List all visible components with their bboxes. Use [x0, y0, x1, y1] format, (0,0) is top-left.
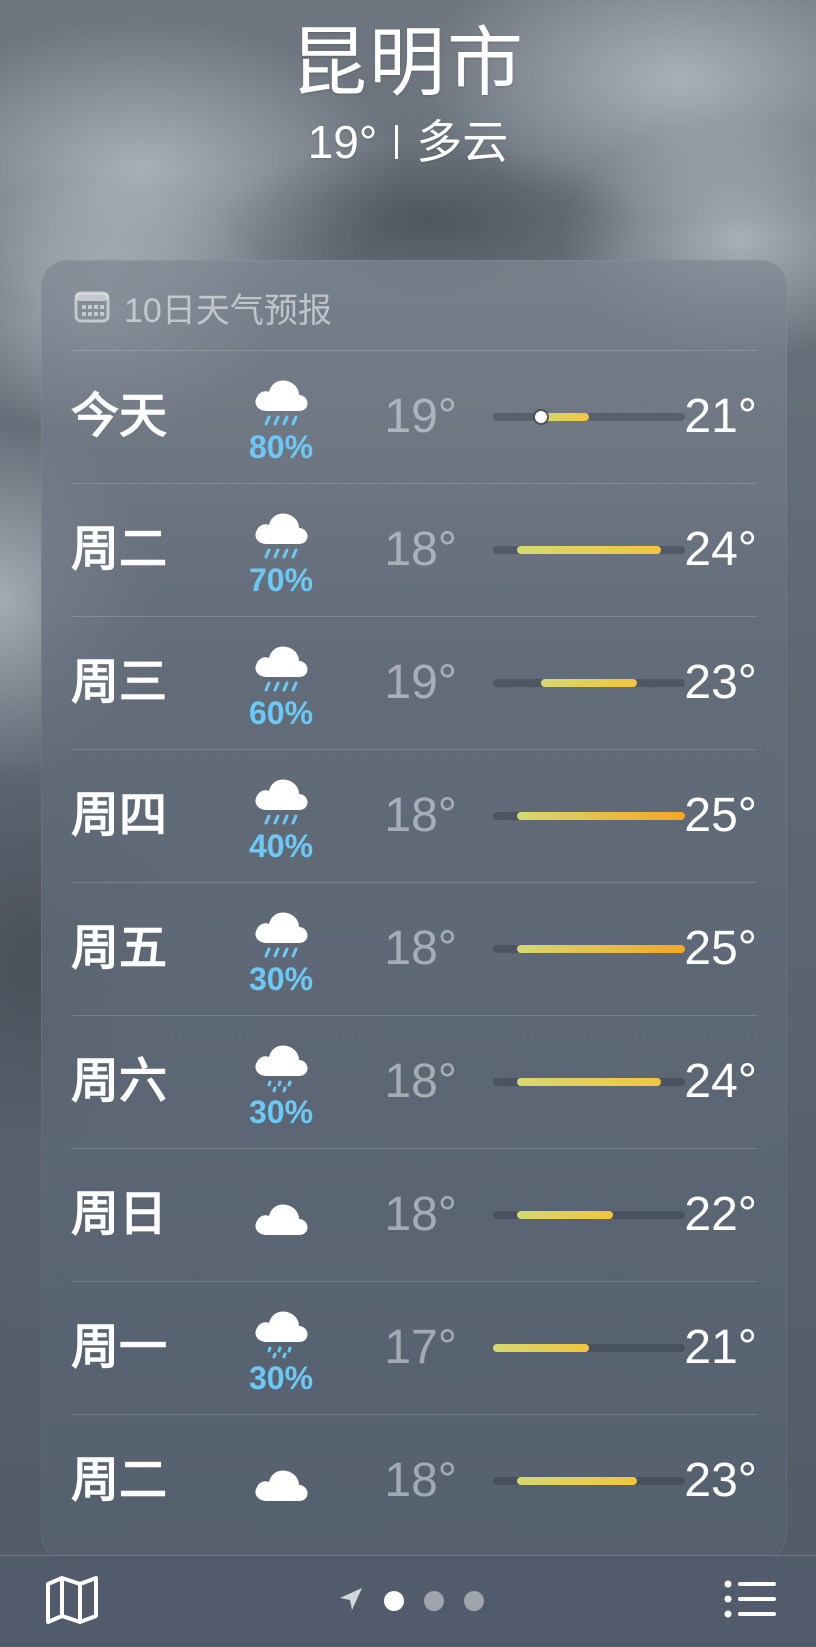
- calendar-icon: [74, 289, 110, 325]
- ten-day-forecast-card[interactable]: 10日天气预报 今天 80% 19° 21° 周二 70% 18° 24° 周三 60% 19° 23…: [41, 260, 787, 1560]
- temperature-range-fill: [541, 679, 637, 687]
- current-temperature: 19°: [307, 116, 378, 168]
- day-label: 周四: [71, 789, 168, 842]
- low-temperature: 18°: [384, 922, 457, 975]
- precip-chance: 40%: [248, 828, 314, 864]
- weather-icon-group: 30%: [231, 1298, 331, 1396]
- weather-icon-group: [231, 1457, 331, 1519]
- day-label: 周二: [71, 523, 168, 576]
- forecast-day-row[interactable]: 周四 40% 18° 25°: [71, 749, 757, 882]
- low-temperature: 18°: [384, 1188, 457, 1241]
- precip-chance: 30%: [248, 1094, 314, 1130]
- divider: [395, 125, 399, 159]
- day-label: 周六: [71, 1055, 168, 1108]
- precip-chance: 80%: [248, 429, 314, 465]
- forecast-day-row[interactable]: 今天 80% 19° 21°: [71, 350, 757, 483]
- list-icon: [722, 1580, 778, 1628]
- weather-icon-group: 70%: [231, 500, 331, 598]
- high-temperature: 24°: [684, 523, 757, 576]
- high-temperature: 21°: [684, 1321, 757, 1374]
- cloud-drizzle-icon: [231, 1032, 331, 1094]
- high-temperature: 22°: [684, 1188, 757, 1241]
- forecast-card-header: 10日天气预报: [74, 282, 332, 332]
- cloud-rain-icon: [231, 367, 331, 429]
- high-temperature: 25°: [684, 789, 757, 842]
- forecast-day-row[interactable]: 周一 30% 17° 21°: [71, 1281, 757, 1414]
- temperature-range-fill: [493, 1344, 589, 1352]
- day-label: 周二: [71, 1454, 168, 1507]
- low-temperature: 18°: [384, 1454, 457, 1507]
- forecast-day-row[interactable]: 周六 30% 18° 24°: [71, 1015, 757, 1148]
- precip-chance: 30%: [248, 961, 314, 997]
- high-temperature: 23°: [684, 1454, 757, 1507]
- temperature-range-fill: [517, 1477, 637, 1485]
- precip-chance: 30%: [248, 1360, 314, 1396]
- temperature-range-fill: [517, 1211, 613, 1219]
- current-summary: 19° 多云: [308, 114, 509, 170]
- day-label: 周五: [71, 922, 168, 975]
- city-list-button[interactable]: [722, 1574, 782, 1626]
- low-temperature: 18°: [384, 789, 457, 842]
- forecast-day-row[interactable]: 周二 18° 23°: [71, 1414, 757, 1547]
- temperature-range-fill: [517, 546, 661, 554]
- forecast-day-row[interactable]: 周二 70% 18° 24°: [71, 483, 757, 616]
- forecast-day-row[interactable]: 周五 30% 18° 25°: [71, 882, 757, 1015]
- forecast-day-row[interactable]: 周日 18° 22°: [71, 1148, 757, 1281]
- location-header: 昆明市 19° 多云: [0, 18, 816, 170]
- map-icon: [44, 1576, 100, 1628]
- cloud-rain-icon: [231, 500, 331, 562]
- page-dot[interactable]: [464, 1591, 484, 1611]
- location-arrow-icon[interactable]: [338, 1586, 364, 1617]
- weather-icon-group: 40%: [231, 766, 331, 864]
- high-temperature: 21°: [684, 390, 757, 443]
- day-label: 周一: [71, 1321, 168, 1374]
- weather-icon-group: [231, 1191, 331, 1253]
- high-temperature: 25°: [684, 922, 757, 975]
- weather-icon-group: 30%: [231, 1032, 331, 1130]
- day-label: 周日: [71, 1188, 168, 1241]
- weather-icon-group: 30%: [231, 899, 331, 997]
- cloud-rain-icon: [231, 899, 331, 961]
- high-temperature: 23°: [684, 656, 757, 709]
- page-dot[interactable]: [424, 1591, 444, 1611]
- bottom-toolbar: [0, 1555, 816, 1647]
- precip-chance: 60%: [248, 695, 314, 731]
- cloud-rain-icon: [231, 633, 331, 695]
- cloud-icon: [231, 1191, 331, 1253]
- map-button[interactable]: [44, 1574, 104, 1626]
- current-temperature-marker: [535, 411, 547, 423]
- low-temperature: 18°: [384, 1055, 457, 1108]
- precip-chance: 70%: [248, 562, 314, 598]
- weather-icon-group: 80%: [231, 367, 331, 465]
- day-label: 周三: [71, 656, 168, 709]
- low-temperature: 18°: [384, 523, 457, 576]
- cloud-icon: [231, 1457, 331, 1519]
- high-temperature: 24°: [684, 1055, 757, 1108]
- day-label: 今天: [71, 390, 168, 443]
- low-temperature: 17°: [384, 1321, 457, 1374]
- temperature-range-fill: [541, 413, 589, 421]
- current-condition: 多云: [416, 116, 509, 168]
- forecast-day-row[interactable]: 周三 60% 19° 23°: [71, 616, 757, 749]
- temperature-range-fill: [517, 1078, 661, 1086]
- low-temperature: 19°: [384, 390, 457, 443]
- low-temperature: 19°: [384, 656, 457, 709]
- page-indicator[interactable]: [338, 1586, 484, 1616]
- forecast-rows: 今天 80% 19° 21° 周二 70% 18° 24° 周三 60% 19° 23° 周四 40% 18…: [71, 350, 757, 1547]
- page-dot[interactable]: [384, 1591, 404, 1611]
- cloud-rain-icon: [231, 766, 331, 828]
- city-name: 昆明市: [291, 21, 525, 106]
- cloud-drizzle-icon: [231, 1298, 331, 1360]
- weather-icon-group: 60%: [231, 633, 331, 731]
- forecast-card-title: 10日天气预报: [124, 291, 332, 330]
